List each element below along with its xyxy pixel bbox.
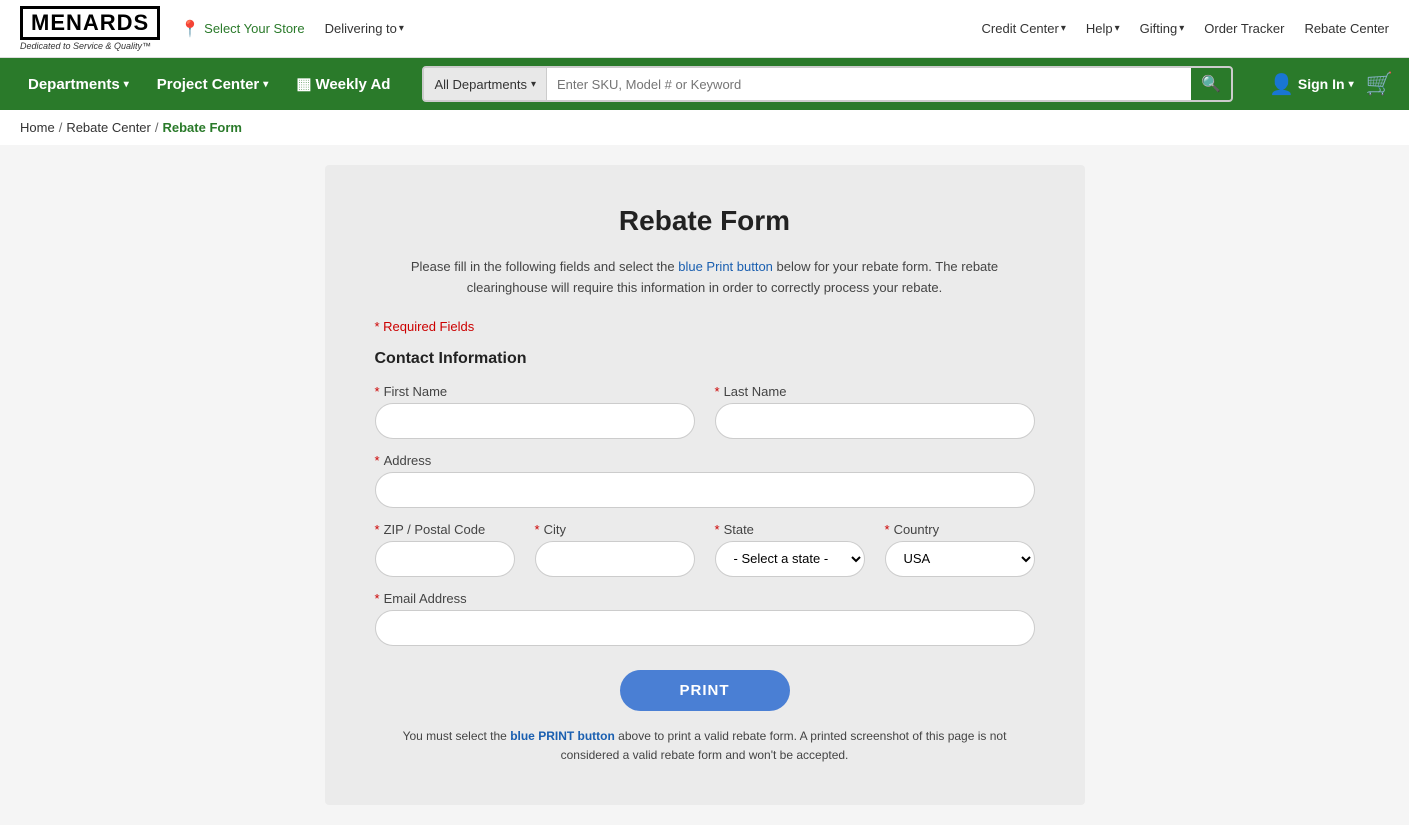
nav-right: 👤 Sign In ▾ 🛒 [1261,71,1393,97]
email-row: *Email Address [375,591,1035,646]
user-icon: 👤 [1269,72,1294,97]
email-input[interactable] [375,610,1035,646]
search-bar: All Departments ▾ 🔍 [422,66,1233,102]
city-group: *City [535,522,695,577]
email-label: *Email Address [375,591,1035,606]
sign-in-label: Sign In [1298,76,1345,92]
delivering-to[interactable]: Delivering to ▾ [325,21,404,36]
print-note: You must select the blue PRINT button ab… [375,727,1035,765]
chevron-down-icon: ▾ [531,79,536,90]
calendar-icon: ▦ [296,74,311,94]
breadcrumb: Home / Rebate Center / Rebate Form [0,110,1409,145]
sign-in-button[interactable]: 👤 Sign In ▾ [1261,72,1362,97]
cart-icon[interactable]: 🛒 [1366,71,1393,97]
chevron-down-icon: ▾ [399,23,404,34]
departments-menu[interactable]: Departments ▾ [16,58,141,110]
address-input[interactable] [375,472,1035,508]
brand-name: MENARDS [20,6,160,40]
breadcrumb-home[interactable]: Home [20,120,55,135]
contact-info-title: Contact Information [375,350,1035,368]
country-group: *Country USA Canada [885,522,1035,577]
search-input[interactable] [547,68,1191,100]
chevron-down-icon: ▾ [1179,23,1184,34]
first-name-input[interactable] [375,403,695,439]
weekly-ad-menu[interactable]: ▦ Weekly Ad [284,58,402,110]
rebate-center-link[interactable]: Rebate Center [1304,21,1389,36]
address-row: *Address [375,453,1035,508]
state-label: *State [715,522,865,537]
top-bar: MENARDS Dedicated to Service & Quality™ … [0,0,1409,58]
project-center-label: Project Center [157,76,260,93]
nav-bar: Departments ▾ Project Center ▾ ▦ Weekly … [0,58,1409,110]
store-selector[interactable]: 📍 Select Your Store [180,19,304,39]
address-label: *Address [375,453,1035,468]
last-name-label: *Last Name [715,384,1035,399]
location-row: *ZIP / Postal Code *City *State - Select… [375,522,1035,577]
departments-label: Departments [28,76,120,93]
form-description: Please fill in the following fields and … [375,257,1035,299]
delivering-label: Delivering to [325,21,397,36]
address-group: *Address [375,453,1035,508]
country-label: *Country [885,522,1035,537]
top-bar-right: Credit Center ▾ Help ▾ Gifting ▾ Order T… [982,21,1389,36]
zip-input[interactable] [375,541,515,577]
zip-label: *ZIP / Postal Code [375,522,515,537]
first-name-group: *First Name [375,384,695,439]
state-select[interactable]: - Select a state - ALAKAZAR CACOCTDE FLG… [715,541,865,577]
gifting-link[interactable]: Gifting ▾ [1140,21,1185,36]
first-name-label: *First Name [375,384,695,399]
email-group: *Email Address [375,591,1035,646]
main-content: Rebate Form Please fill in the following… [0,145,1409,825]
chevron-down-icon: ▾ [1061,23,1066,34]
breadcrumb-sep: / [155,120,159,135]
breadcrumb-rebate-center[interactable]: Rebate Center [66,120,151,135]
breadcrumb-current: Rebate Form [163,120,242,135]
top-bar-left: MENARDS Dedicated to Service & Quality™ … [20,6,404,51]
logo[interactable]: MENARDS Dedicated to Service & Quality™ [20,6,160,51]
order-tracker-link[interactable]: Order Tracker [1204,21,1284,36]
zip-group: *ZIP / Postal Code [375,522,515,577]
search-dept-label: All Departments [434,77,526,92]
print-button[interactable]: PRINT [620,670,790,711]
last-name-group: *Last Name [715,384,1035,439]
last-name-input[interactable] [715,403,1035,439]
chevron-down-icon: ▾ [1349,79,1354,90]
project-center-menu[interactable]: Project Center ▾ [145,58,281,110]
chevron-down-icon: ▾ [1115,23,1120,34]
location-pin-icon: 📍 [180,19,200,39]
rebate-form-container: Rebate Form Please fill in the following… [325,165,1085,805]
weekly-ad-label: Weekly Ad [315,76,390,93]
search-icon: 🔍 [1201,74,1221,94]
credit-center-link[interactable]: Credit Center ▾ [982,21,1066,36]
required-note: * Required Fields [375,319,1035,334]
help-link[interactable]: Help ▾ [1086,21,1120,36]
breadcrumb-sep: / [59,120,63,135]
chevron-down-icon: ▾ [124,79,129,90]
search-button[interactable]: 🔍 [1191,68,1231,100]
brand-tagline: Dedicated to Service & Quality™ [20,41,151,51]
search-department-selector[interactable]: All Departments ▾ [424,68,547,100]
city-input[interactable] [535,541,695,577]
city-label: *City [535,522,695,537]
print-blue-text: blue PRINT button [510,729,615,743]
state-group: *State - Select a state - ALAKAZAR CACOC… [715,522,865,577]
country-select[interactable]: USA Canada [885,541,1035,577]
name-row: *First Name *Last Name [375,384,1035,439]
form-title: Rebate Form [375,205,1035,237]
chevron-down-icon: ▾ [263,79,268,90]
store-selector-label: Select Your Store [204,21,304,36]
form-desc-text: Please fill in the following fields and … [411,259,998,295]
